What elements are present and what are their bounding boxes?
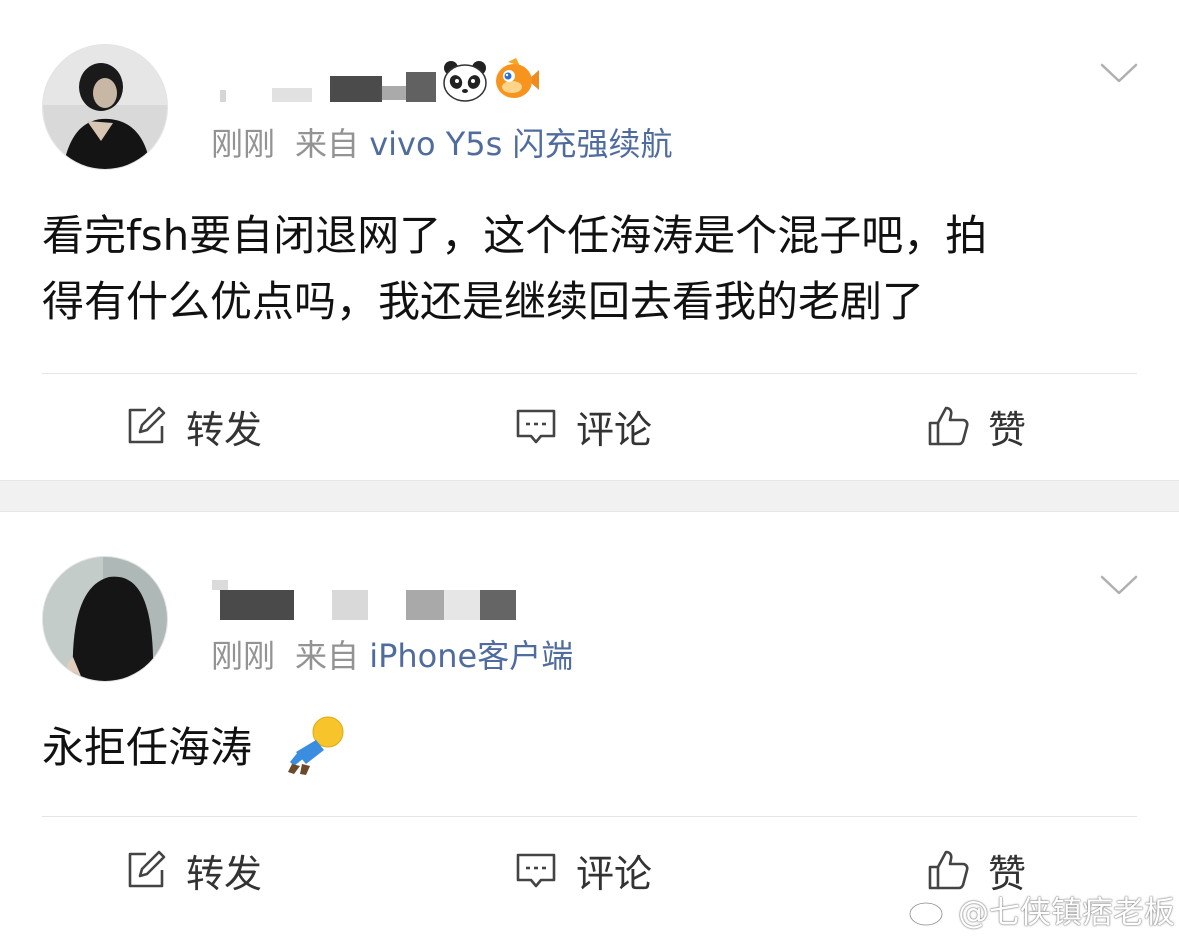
watermark: @七侠镇痞老板 <box>908 888 1175 931</box>
post-time: 刚刚 <box>211 637 276 675</box>
repost-label: 转发 <box>186 851 263 896</box>
repost-edit-icon <box>128 850 166 888</box>
repost-edit-icon <box>128 406 166 444</box>
device-source-link[interactable]: iPhone客户端 <box>369 637 573 675</box>
content-line: 看完fsh要自闭退网了，这个任海涛是个混子吧，拍 <box>42 211 988 260</box>
source-prefix: 来自 <box>295 637 360 675</box>
post-content: 看完fsh要自闭退网了，这个任海涛是个混子吧，拍 得有什么优点吗，我还是继续回去… <box>42 203 1137 335</box>
chevron-down-icon[interactable] <box>1100 574 1138 596</box>
post-content: 永拒任海涛 <box>42 715 1137 781</box>
post-meta: 刚刚 来自 vivo Y5s 闪充强续航 <box>211 124 672 164</box>
content-line: 永拒任海涛 <box>42 723 253 772</box>
post-separator <box>0 480 1179 512</box>
chevron-down-icon[interactable] <box>1100 62 1138 84</box>
comment-icon <box>516 409 556 444</box>
like-button[interactable]: 赞 <box>926 396 1026 456</box>
weibo-post: 刚刚 来自 vivo Y5s 闪充强续航 看完fsh要自闭退网了，这个任海涛是个混… <box>0 0 1179 480</box>
thumbs-up-icon <box>928 850 969 890</box>
content-line: 得有什么优点吗，我还是继续回去看我的老剧了 <box>42 277 925 326</box>
comment-icon <box>516 853 556 888</box>
divider <box>42 816 1137 817</box>
repost-button[interactable]: 转发 <box>124 840 262 900</box>
avatar[interactable] <box>42 44 168 170</box>
repost-label: 转发 <box>186 407 263 452</box>
thumbs-up-icon <box>928 406 969 446</box>
comment-button[interactable]: 评论 <box>514 396 652 456</box>
comment-button[interactable]: 评论 <box>514 840 652 900</box>
watermark-text: @七侠镇痞老板 <box>958 894 1175 931</box>
username-blurred[interactable] <box>212 64 452 104</box>
weibo-post: 刚刚 来自 iPhone客户端 永拒任海涛 转发 评论 赞 <box>0 512 1179 936</box>
avatar[interactable] <box>42 556 168 682</box>
fish-emoji-icon <box>496 58 539 98</box>
repost-button[interactable]: 转发 <box>124 396 262 456</box>
username-blurred[interactable] <box>212 580 522 620</box>
device-source-link[interactable]: vivo Y5s 闪充强续航 <box>369 125 672 163</box>
like-label: 赞 <box>988 407 1027 452</box>
source-prefix: 来自 <box>295 125 360 163</box>
divider <box>42 373 1137 374</box>
comment-label: 评论 <box>576 851 653 896</box>
post-meta: 刚刚 来自 iPhone客户端 <box>211 636 573 676</box>
weibo-logo-icon <box>908 895 951 927</box>
panda-emoji-icon <box>443 61 487 102</box>
post-time: 刚刚 <box>211 125 276 163</box>
lying-down-emoji-icon <box>288 716 344 775</box>
comment-label: 评论 <box>576 407 653 452</box>
